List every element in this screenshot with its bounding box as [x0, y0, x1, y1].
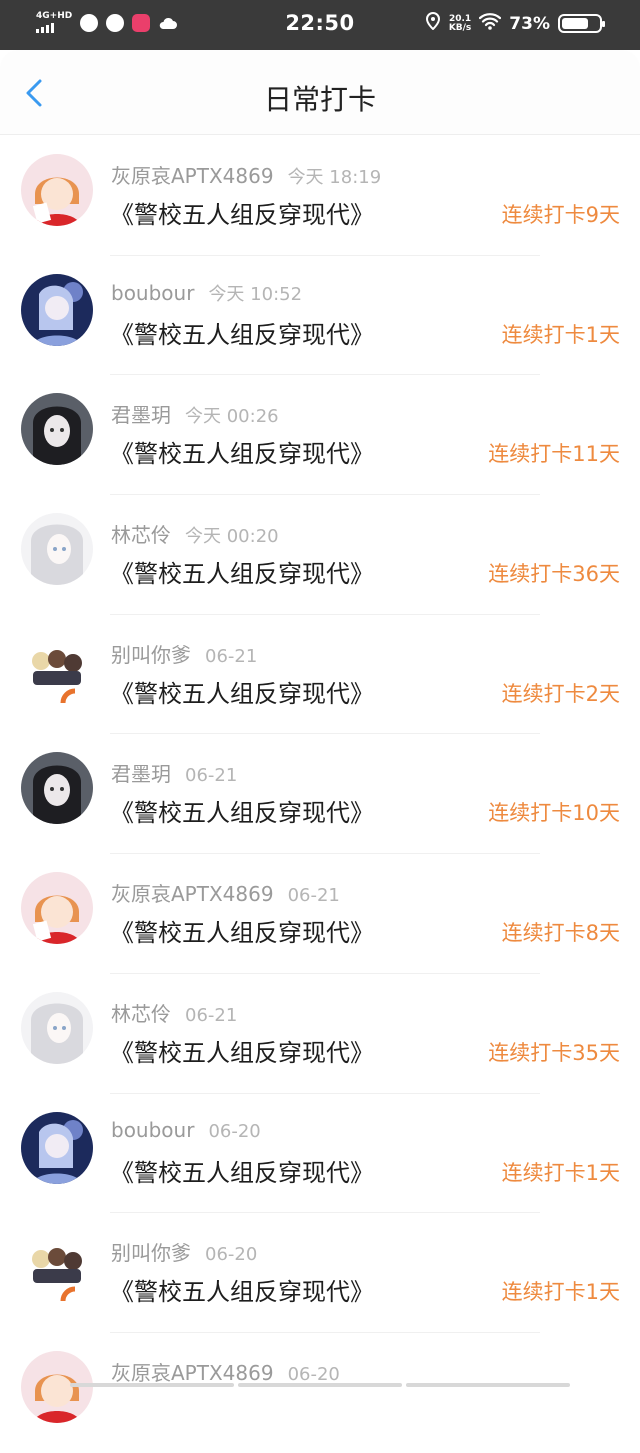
avatar[interactable]: [21, 1231, 93, 1304]
network-speed: 20.1 KB/s: [448, 14, 472, 33]
timestamp: 06-21: [185, 1004, 238, 1026]
timestamp: 06-21: [185, 765, 238, 787]
timestamp: 今天 18:19: [287, 167, 382, 188]
book-title[interactable]: 《警校五人组反穿现代》: [110, 793, 374, 828]
timestamp: 今天 00:26: [185, 406, 279, 428]
list-item[interactable]: 林芯伶 06-21 《警校五人组反穿现代》 连续打卡35天: [0, 974, 640, 1094]
avatar[interactable]: [21, 991, 93, 1064]
username[interactable]: 灰原哀APTX4869: [111, 882, 274, 906]
avatar[interactable]: [21, 1111, 93, 1184]
username[interactable]: boubour: [111, 1118, 194, 1142]
username[interactable]: 灰原哀APTX4869: [111, 164, 274, 188]
list-item[interactable]: 君墨玥 06-21 《警校五人组反穿现代》 连续打卡10天: [0, 734, 640, 855]
list-item[interactable]: 灰原哀APTX4869 06-21 《警校五人组反穿现代》 连续打卡8天: [0, 854, 640, 974]
username[interactable]: 林芯伶: [111, 1002, 171, 1026]
entry-meta: 林芯伶 06-21: [111, 998, 237, 1027]
timestamp: 06-21: [205, 645, 258, 667]
book-title[interactable]: 《警校五人组反穿现代》: [110, 913, 374, 948]
avatar[interactable]: [21, 154, 93, 226]
battery-percent: 73%: [509, 13, 550, 34]
header: 日常打卡: [0, 50, 640, 135]
book-title[interactable]: 《警校五人组反穿现代》: [110, 434, 374, 469]
list-item[interactable]: boubour 今天 10:52 《警校五人组反穿现代》 连续打卡1天: [0, 256, 640, 376]
streak-badge: 连续打卡9天: [501, 203, 620, 227]
timestamp: 今天 10:52: [208, 283, 303, 305]
streak-badge: 连续打卡11天: [488, 442, 620, 467]
list-item[interactable]: 别叫你爹 06-20 《警校五人组反穿现代》 连续打卡1天: [0, 1213, 640, 1333]
timestamp: 今天 00:20: [185, 526, 279, 548]
list-item[interactable]: 林芯伶 今天 00:20 《警校五人组反穿现代》 连续打卡36天: [0, 495, 640, 615]
entry-meta: 灰原哀APTX4869 06-21: [111, 878, 340, 907]
page-title: 日常打卡: [263, 83, 376, 116]
streak-badge: 连续打卡1天: [501, 1160, 620, 1185]
location-icon: [425, 11, 441, 35]
streak-badge: 连续打卡2天: [501, 681, 620, 706]
avatar[interactable]: [21, 273, 93, 346]
streak-badge: 连续打卡10天: [488, 801, 620, 826]
username[interactable]: 君墨玥: [111, 762, 171, 786]
book-title[interactable]: 《警校五人组反穿现代》: [110, 1272, 374, 1307]
book-title[interactable]: 《警校五人组反穿现代》: [110, 1153, 374, 1188]
book-title[interactable]: 《警校五人组反穿现代》: [110, 315, 374, 350]
avatar[interactable]: [21, 752, 93, 825]
username[interactable]: 林芯伶: [111, 523, 171, 547]
entry-meta: 君墨玥 今天 00:26: [111, 399, 279, 428]
list-item[interactable]: boubour 06-20 《警校五人组反穿现代》 连续打卡1天: [0, 1094, 640, 1214]
list-item[interactable]: 别叫你爹 06-21 《警校五人组反穿现代》 连续打卡2天: [0, 615, 640, 735]
avatar[interactable]: [21, 872, 93, 945]
timestamp: 06-21: [287, 885, 340, 907]
timestamp: 06-20: [208, 1120, 261, 1142]
list-item[interactable]: 灰原哀APTX4869 今天 18:19 《警校五人组反穿现代》 连续打卡9天: [0, 136, 640, 256]
book-title[interactable]: 《警校五人组反穿现代》: [110, 195, 374, 230]
timestamp: 06-20: [287, 1363, 340, 1385]
entry-meta: 别叫你爹 06-21: [111, 639, 257, 668]
entry-meta: 林芯伶 今天 00:20: [111, 519, 279, 548]
streak-badge: 连续打卡1天: [501, 322, 620, 347]
entry-meta: 灰原哀APTX4869 06-20: [111, 1357, 340, 1386]
status-icons-right: 20.1 KB/s 73%: [425, 11, 605, 35]
username[interactable]: 别叫你爹: [111, 643, 191, 667]
streak-badge: 连续打卡36天: [488, 562, 620, 587]
entry-meta: boubour 今天 10:52: [111, 280, 302, 306]
book-title[interactable]: 《警校五人组反穿现代》: [110, 1033, 374, 1068]
streak-badge: 连续打卡35天: [488, 1040, 620, 1065]
entry-meta: 君墨玥 06-21: [111, 758, 237, 787]
avatar[interactable]: [21, 632, 93, 705]
list-item[interactable]: 君墨玥 今天 00:26 《警校五人组反穿现代》 连续打卡11天: [0, 375, 640, 496]
checkin-list: 灰原哀APTX4869 今天 18:19 《警校五人组反穿现代》 连续打卡9天 b…: [0, 136, 640, 1453]
username[interactable]: 灰原哀APTX4869: [111, 1361, 274, 1385]
streak-badge: 连续打卡1天: [501, 1280, 620, 1305]
battery-icon: [558, 14, 605, 33]
streak-badge: 连续打卡8天: [501, 921, 620, 946]
scroll-indicator: [0, 1383, 640, 1387]
speed-unit: KB/s: [448, 22, 472, 33]
timestamp: 06-20: [205, 1244, 258, 1266]
book-title[interactable]: 《警校五人组反穿现代》: [110, 674, 374, 709]
avatar[interactable]: [21, 393, 93, 466]
username[interactable]: boubour: [111, 281, 194, 305]
status-bar: 4G+HD 22:50 20.1 KB/s 73%: [0, 0, 640, 50]
username[interactable]: 君墨玥: [111, 403, 171, 427]
entry-meta: boubour 06-20: [111, 1118, 261, 1142]
entry-meta: 别叫你爹 06-20: [111, 1237, 257, 1266]
username[interactable]: 别叫你爹: [111, 1241, 191, 1265]
list-item[interactable]: 灰原哀APTX4869 06-20: [0, 1333, 640, 1453]
wifi-icon: [479, 12, 502, 35]
book-title[interactable]: 《警校五人组反穿现代》: [110, 554, 374, 589]
avatar[interactable]: [21, 513, 93, 586]
entry-meta: 灰原哀APTX4869 今天 18:19: [111, 160, 381, 189]
